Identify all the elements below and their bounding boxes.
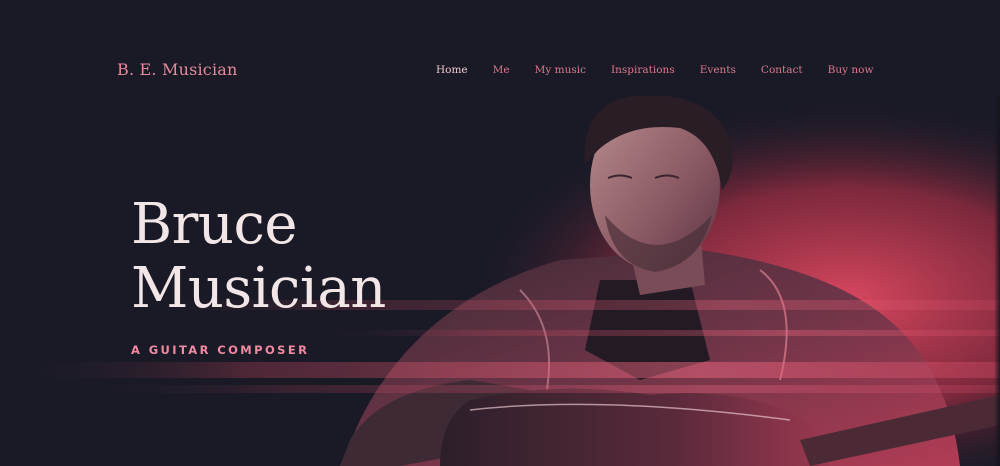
hero-title-line1: Bruce [131, 192, 297, 257]
hero-subtitle: A GUITAR COMPOSER [131, 343, 310, 357]
page: B. E. Musician Home Me My music Inspirat… [0, 0, 1000, 466]
site-logo[interactable]: B. E. Musician [117, 60, 238, 79]
nav-my-music[interactable]: My music [535, 64, 586, 76]
hero-title-line2: Musician [131, 256, 386, 321]
nav-buy-now[interactable]: Buy now [828, 64, 874, 76]
nav-events[interactable]: Events [700, 64, 736, 76]
hero-title: Bruce Musician [131, 193, 386, 321]
nav-inspirations[interactable]: Inspirations [611, 64, 675, 76]
scrollbar-track[interactable] [994, 96, 1000, 466]
nav-home[interactable]: Home [436, 64, 468, 76]
nav-me[interactable]: Me [493, 64, 510, 76]
main-nav: Home Me My music Inspirations Events Con… [422, 44, 892, 96]
nav-contact[interactable]: Contact [761, 64, 803, 76]
